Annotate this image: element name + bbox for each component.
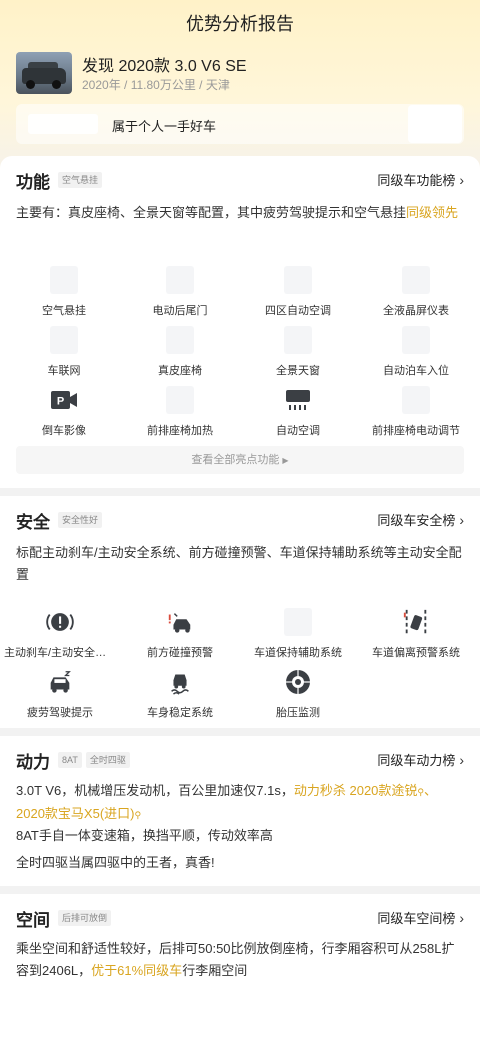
features-title: 功能 bbox=[16, 172, 50, 192]
safety-item[interactable]: 胎压监测 bbox=[238, 668, 358, 720]
safety-item[interactable]: 主动刹车/主动安全系统 bbox=[0, 608, 120, 660]
active-brake-icon bbox=[46, 608, 74, 636]
power-line2: 8AT手自一体变速箱，换挡平顺，传动效率高 bbox=[16, 828, 273, 843]
safety-rank-label: 同级车安全榜 bbox=[377, 513, 456, 528]
report-header: 优势分析报告 发现 2020款 3.0 V6 SE 2020年 / 11.80万… bbox=[0, 0, 480, 170]
power-card: 动力 8AT 全时四驱 同级车动力榜 › 3.0T V6，机械增压发动机，百公里… bbox=[0, 736, 480, 886]
safety-item[interactable]: 前方碰撞预警 bbox=[120, 608, 240, 660]
chevron-right-icon: › bbox=[459, 909, 464, 926]
power-tailgate-icon bbox=[166, 266, 194, 294]
feature-item[interactable]: 自动泊车入位 bbox=[356, 326, 476, 378]
space-rank-link[interactable]: 同级车空间榜 › bbox=[377, 908, 464, 927]
space-rank-label: 同级车空间榜 bbox=[377, 911, 456, 926]
features-rank-label: 同级车功能榜 bbox=[377, 173, 456, 188]
power-line1-text: 3.0T V6，机械增压发动机，百公里加速仅7.1s， bbox=[16, 783, 294, 798]
feature-item[interactable]: 真皮座椅 bbox=[120, 326, 240, 378]
tire-pressure-icon bbox=[284, 668, 312, 696]
power-tag-transmission: 8AT bbox=[58, 752, 82, 768]
features-desc: 主要有：真皮座椅、全景天窗等配置，其中疲劳驾驶提示和空气悬挂同级领先 bbox=[16, 202, 464, 224]
space-title: 空间 bbox=[16, 910, 50, 930]
triangle-right-icon: ▶ bbox=[282, 456, 289, 465]
collision-warning-icon bbox=[166, 608, 194, 636]
search-icon: ⚲ bbox=[134, 810, 142, 820]
space-tag: 后排可放倒 bbox=[58, 910, 112, 926]
feature-item[interactable]: 全液晶屏仪表 bbox=[356, 266, 476, 318]
space-desc: 乘坐空间和舒适性较好，后排可50:50比例放倒座椅，行李厢容积可从258L扩容到… bbox=[16, 938, 464, 982]
owner-illustration-icon bbox=[408, 105, 462, 143]
space-card: 空间 后排可放倒 同级车空间榜 › 乘坐空间和舒适性较好，后排可50:50比例放… bbox=[0, 894, 480, 1038]
air-suspension-icon bbox=[50, 266, 78, 294]
feature-item[interactable]: 四区自动空调 bbox=[238, 266, 358, 318]
space-desc-highlight: 优于61%同级车 bbox=[91, 963, 183, 978]
safety-item[interactable]: 疲劳驾驶提示 bbox=[0, 668, 120, 720]
features-tag: 空气悬挂 bbox=[58, 172, 103, 188]
safety-card: 安全 安全性好 同级车安全榜 › 标配主动刹车/主动安全系统、前方碰撞预警、车道… bbox=[0, 496, 480, 728]
competitor-link-x5[interactable]: 2020款宝马X5(进口)⚲ bbox=[16, 806, 141, 821]
power-tag-drive: 全时四驱 bbox=[85, 752, 130, 768]
auto-park-icon bbox=[402, 326, 430, 354]
feature-item[interactable]: 全景天窗 bbox=[238, 326, 358, 378]
stability-control-icon bbox=[166, 668, 194, 696]
competitor-link-touareg[interactable]: 动力秒杀 2020款途锐⚲ bbox=[294, 783, 424, 798]
view-all-label: 查看全部亮点功能 bbox=[191, 454, 280, 466]
safety-item[interactable]: 车道保持辅助系统 bbox=[238, 608, 358, 660]
features-rank-link[interactable]: 同级车功能榜 › bbox=[377, 170, 464, 189]
feature-item[interactable]: P 倒车影像 bbox=[4, 386, 124, 438]
view-all-features-button[interactable]: 查看全部亮点功能 ▶ bbox=[16, 446, 464, 474]
owner-text: 属于个人一手好车 bbox=[112, 119, 217, 134]
feature-item[interactable]: 电动后尾门 bbox=[120, 266, 240, 318]
chevron-right-icon: › bbox=[459, 171, 464, 188]
feature-item[interactable]: 车联网 bbox=[4, 326, 124, 378]
fatigue-alert-icon bbox=[46, 668, 74, 696]
svg-text:P: P bbox=[57, 396, 64, 408]
power-title: 动力 bbox=[16, 752, 50, 772]
owner-banner: 属于个人一手好车 bbox=[16, 104, 464, 144]
lcd-cluster-icon bbox=[402, 266, 430, 294]
page-title: 优势分析报告 bbox=[186, 14, 294, 34]
car-meta: 2020年 / 11.80万公里 / 天津 bbox=[82, 78, 230, 92]
features-desc-highlight: 同级领先 bbox=[406, 205, 459, 220]
safety-tag: 安全性好 bbox=[58, 512, 103, 528]
four-zone-ac-icon bbox=[284, 266, 312, 294]
power-line1: 3.0T V6，机械增压发动机，百公里加速仅7.1s，动力秒杀 2020款途锐⚲… bbox=[16, 783, 438, 821]
features-card: 功能 空气悬挂 同级车功能榜 › 主要有：真皮座椅、全景天窗等配置，其中疲劳驾驶… bbox=[0, 156, 480, 488]
seat-heating-icon bbox=[166, 386, 194, 414]
safety-desc: 标配主动刹车/主动安全系统、前方碰撞预警、车道保持辅助系统等主动安全配置 bbox=[16, 545, 462, 582]
chevron-right-icon: › bbox=[459, 751, 464, 768]
power-rank-link[interactable]: 同级车动力榜 › bbox=[377, 750, 464, 769]
connected-car-icon bbox=[50, 326, 78, 354]
power-rank-label: 同级车动力榜 bbox=[377, 753, 456, 768]
feature-item[interactable]: 前排座椅电动调节 bbox=[356, 386, 476, 438]
safety-item[interactable]: 车道偏离预警系统 bbox=[356, 608, 476, 660]
safety-rank-link[interactable]: 同级车安全榜 › bbox=[377, 510, 464, 529]
leather-seat-icon bbox=[166, 326, 194, 354]
lane-keep-icon bbox=[284, 608, 312, 636]
car-thumbnail[interactable] bbox=[16, 52, 72, 94]
feature-item[interactable]: 前排座椅加热 bbox=[120, 386, 240, 438]
lane-departure-icon bbox=[402, 608, 430, 636]
feature-item[interactable]: 空气悬挂 bbox=[4, 266, 124, 318]
car-name: 发现 2020款 3.0 V6 SE bbox=[82, 58, 247, 75]
space-desc-suffix: 行李厢空间 bbox=[182, 963, 248, 978]
auto-ac-icon bbox=[284, 386, 312, 414]
reverse-camera-icon: P bbox=[50, 386, 78, 414]
owner-badge-icon bbox=[28, 114, 98, 134]
panoramic-sunroof-icon bbox=[284, 326, 312, 354]
safety-title: 安全 bbox=[16, 512, 50, 532]
feature-item[interactable]: 自动空调 bbox=[238, 386, 358, 438]
safety-item[interactable]: 车身稳定系统 bbox=[120, 668, 240, 720]
power-line3: 全时四驱当属四驱中的王者，真香! bbox=[16, 855, 215, 870]
power-seat-icon bbox=[402, 386, 430, 414]
features-desc-text: 主要有：真皮座椅、全景天窗等配置，其中疲劳驾驶提示和空气悬挂 bbox=[16, 205, 407, 220]
chevron-right-icon: › bbox=[459, 511, 464, 528]
